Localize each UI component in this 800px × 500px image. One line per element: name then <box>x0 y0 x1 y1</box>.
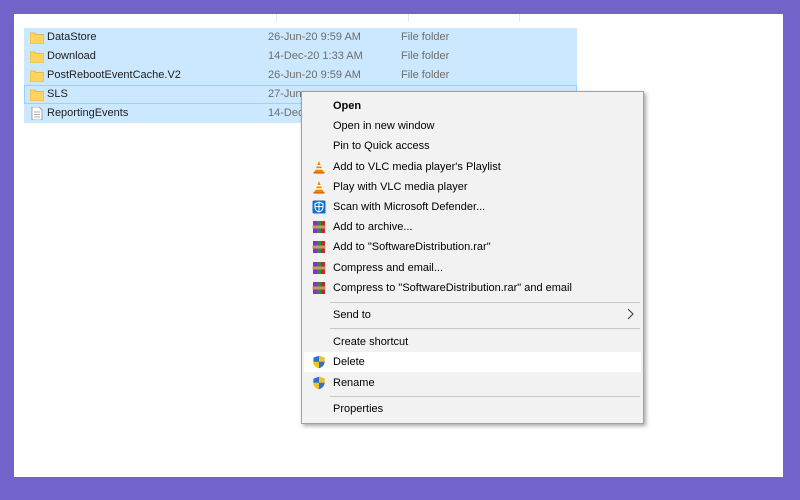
winrar-books-icon <box>312 240 326 254</box>
vlc-cone-icon <box>312 180 326 194</box>
winrar-books-icon <box>312 220 326 234</box>
menu-item-add-archive[interactable]: Add to archive... <box>304 217 641 237</box>
vlc-cone-icon <box>312 160 326 174</box>
file-date: 26-Jun-20 9:59 AM <box>268 31 361 43</box>
menu-item-open-new-window[interactable]: Open in new window <box>304 116 641 136</box>
menu-item-label: Send to <box>333 309 371 321</box>
file-type: File folder <box>401 31 450 43</box>
file-name: PostRebootEventCache.V2 <box>47 69 181 81</box>
winrar-books-icon <box>312 281 326 295</box>
menu-item-vlc-play[interactable]: Play with VLC media player <box>304 177 641 197</box>
menu-item-label: Pin to Quick access <box>333 140 430 152</box>
menu-separator <box>330 396 640 397</box>
file-date: 14-Dec-20 1:33 AM <box>268 50 363 62</box>
file-type: File folder <box>401 69 450 81</box>
file-date: 27-Jun <box>268 88 302 100</box>
file-row-datastore[interactable]: DataStore 26-Jun-20 9:59 AM File folder <box>24 28 577 47</box>
column-header-divider[interactable] <box>519 14 520 22</box>
menu-item-compress-email[interactable]: Compress and email... <box>304 258 641 278</box>
menu-item-send-to[interactable]: Send to <box>304 305 641 325</box>
menu-item-label: Rename <box>333 377 375 389</box>
menu-item-pin-quick-access[interactable]: Pin to Quick access <box>304 136 641 156</box>
menu-item-label: Add to VLC media player's Playlist <box>333 161 501 173</box>
menu-item-label: Add to "SoftwareDistribution.rar" <box>333 241 491 253</box>
folder-icon <box>29 31 45 45</box>
folder-icon <box>29 50 45 64</box>
file-date: 14-Dec <box>268 107 304 119</box>
uac-shield-icon <box>312 376 326 390</box>
file-name: ReportingEvents <box>47 107 129 119</box>
file-type: File folder <box>401 50 450 62</box>
defender-shield-icon <box>312 200 326 214</box>
file-name: DataStore <box>47 31 97 43</box>
file-row-download[interactable]: Download 14-Dec-20 1:33 AM File folder <box>24 47 577 66</box>
menu-item-rename[interactable]: Rename <box>304 373 641 393</box>
menu-separator <box>330 328 640 329</box>
menu-item-properties[interactable]: Properties <box>304 399 641 419</box>
document-icon <box>30 106 44 121</box>
menu-item-defender-scan[interactable]: Scan with Microsoft Defender... <box>304 197 641 217</box>
file-name: Download <box>47 50 96 62</box>
menu-item-create-shortcut[interactable]: Create shortcut <box>304 332 641 352</box>
menu-item-label: Add to archive... <box>333 221 413 233</box>
column-header-divider[interactable] <box>408 14 409 22</box>
column-header-divider[interactable] <box>276 14 277 22</box>
menu-item-label: Open in new window <box>333 120 435 132</box>
menu-item-label: Properties <box>333 403 384 415</box>
menu-item-label: Play with VLC media player <box>333 181 468 193</box>
menu-item-compress-rar-email[interactable]: Compress to "SoftwareDistribution.rar" a… <box>304 278 641 298</box>
menu-item-label: Scan with Microsoft Defender... <box>333 201 486 213</box>
explorer-window: DataStore 26-Jun-20 9:59 AM File folder … <box>14 14 783 477</box>
menu-item-label: Delete <box>333 356 365 368</box>
menu-item-label: Compress to "SoftwareDistribution.rar" a… <box>333 282 572 294</box>
menu-item-open[interactable]: Open <box>304 96 641 116</box>
menu-separator <box>330 302 640 303</box>
context-menu: Open Open in new window Pin to Quick acc… <box>301 91 644 424</box>
file-date: 26-Jun-20 9:59 AM <box>268 69 361 81</box>
folder-icon <box>29 88 45 102</box>
file-row-postrebooteventcache[interactable]: PostRebootEventCache.V2 26-Jun-20 9:59 A… <box>24 66 577 85</box>
menu-item-label: Open <box>333 100 362 112</box>
menu-item-label: Create shortcut <box>333 336 409 348</box>
file-name: SLS <box>47 88 68 100</box>
menu-item-label: Compress and email... <box>333 262 444 274</box>
chevron-right-icon <box>625 307 635 321</box>
menu-item-vlc-playlist[interactable]: Add to VLC media player's Playlist <box>304 157 641 177</box>
folder-icon <box>29 69 45 83</box>
menu-item-add-rar[interactable]: Add to "SoftwareDistribution.rar" <box>304 237 641 257</box>
uac-shield-icon <box>312 355 326 369</box>
winrar-books-icon <box>312 261 326 275</box>
menu-item-delete[interactable]: Delete <box>304 352 641 372</box>
